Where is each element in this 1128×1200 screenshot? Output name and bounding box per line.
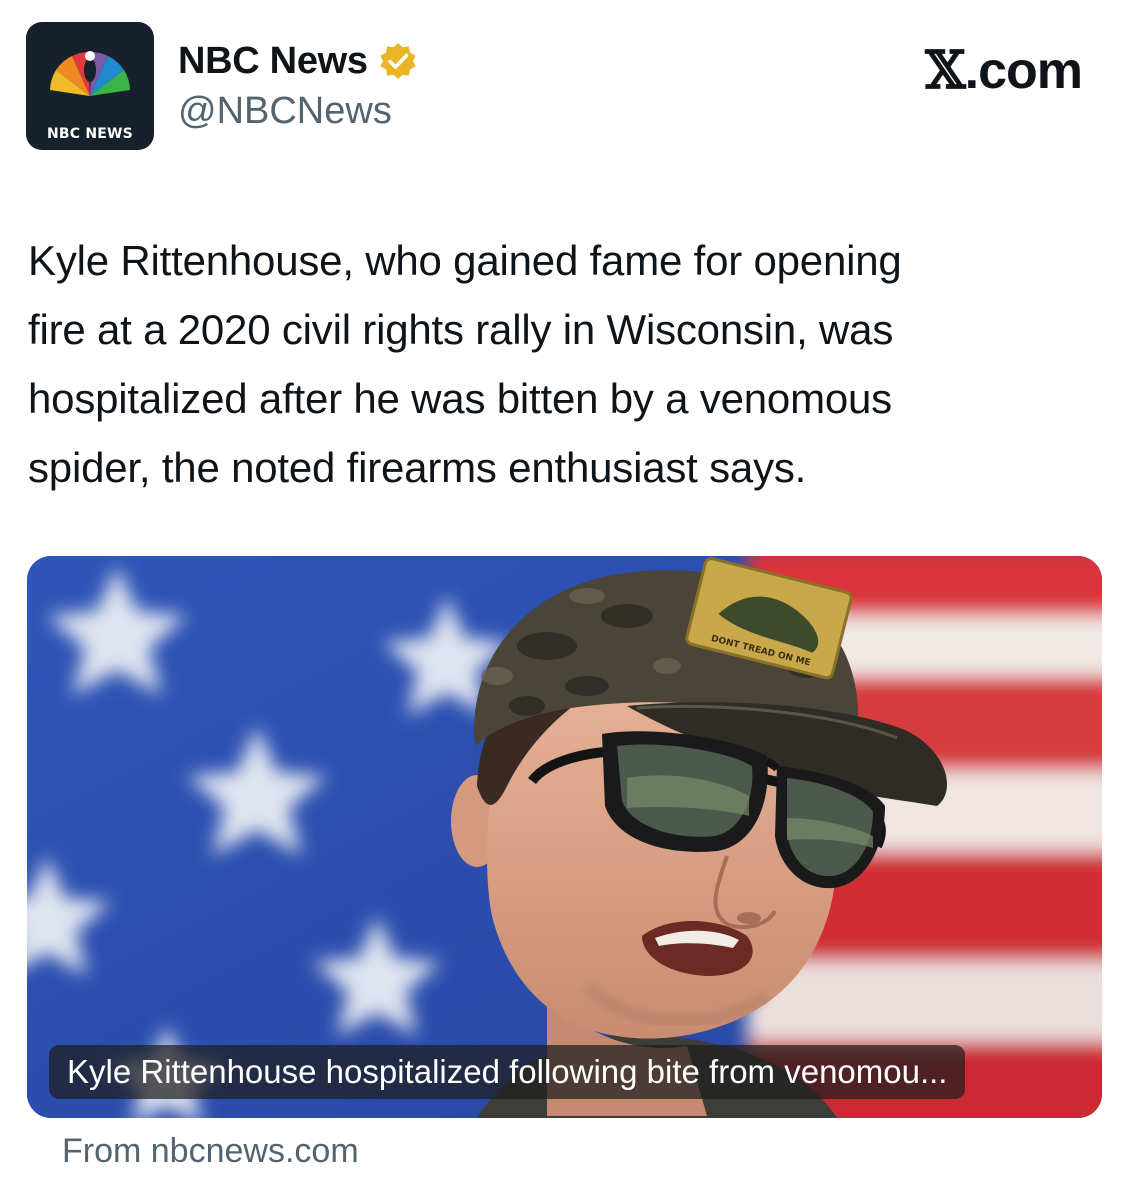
tweet-body: Kyle Rittenhouse, who gained fame for op… [28, 226, 1108, 502]
account-handle[interactable]: @NBCNews [178, 90, 392, 133]
tweet-text-line: spider, the noted firearms enthusiast sa… [28, 444, 807, 491]
link-preview-card[interactable]: DONT TREAD ON ME Kyle Rittenhouse hospit… [27, 556, 1102, 1118]
card-headline-overlay[interactable]: Kyle Rittenhouse hospitalized following … [49, 1045, 966, 1099]
x-com-watermark: 𝕏.com [925, 40, 1083, 101]
tweet-text-line: hospitalized after he was bitten by a ve… [28, 375, 892, 422]
account-display-name[interactable]: NBC News [178, 40, 368, 83]
verified-badge-icon[interactable] [378, 41, 418, 81]
logo-wordmark: NBC NEWS [47, 126, 133, 142]
article-photo: DONT TREAD ON ME [27, 556, 1102, 1118]
account-name-row: NBC News [178, 38, 418, 84]
card-source-link[interactable]: From nbcnews.com [62, 1132, 359, 1171]
tweet-header: NBC NEWS NBC News @NBCNews 𝕏.com [0, 0, 1128, 160]
site-domain-text: .com [964, 42, 1083, 100]
tweet-text-line: Kyle Rittenhouse, who gained fame for op… [28, 237, 902, 284]
nbc-news-avatar[interactable]: NBC NEWS [26, 22, 154, 150]
x-logo-icon: 𝕏 [925, 40, 965, 101]
tweet-text-line: fire at a 2020 civil rights rally in Wis… [28, 306, 894, 353]
